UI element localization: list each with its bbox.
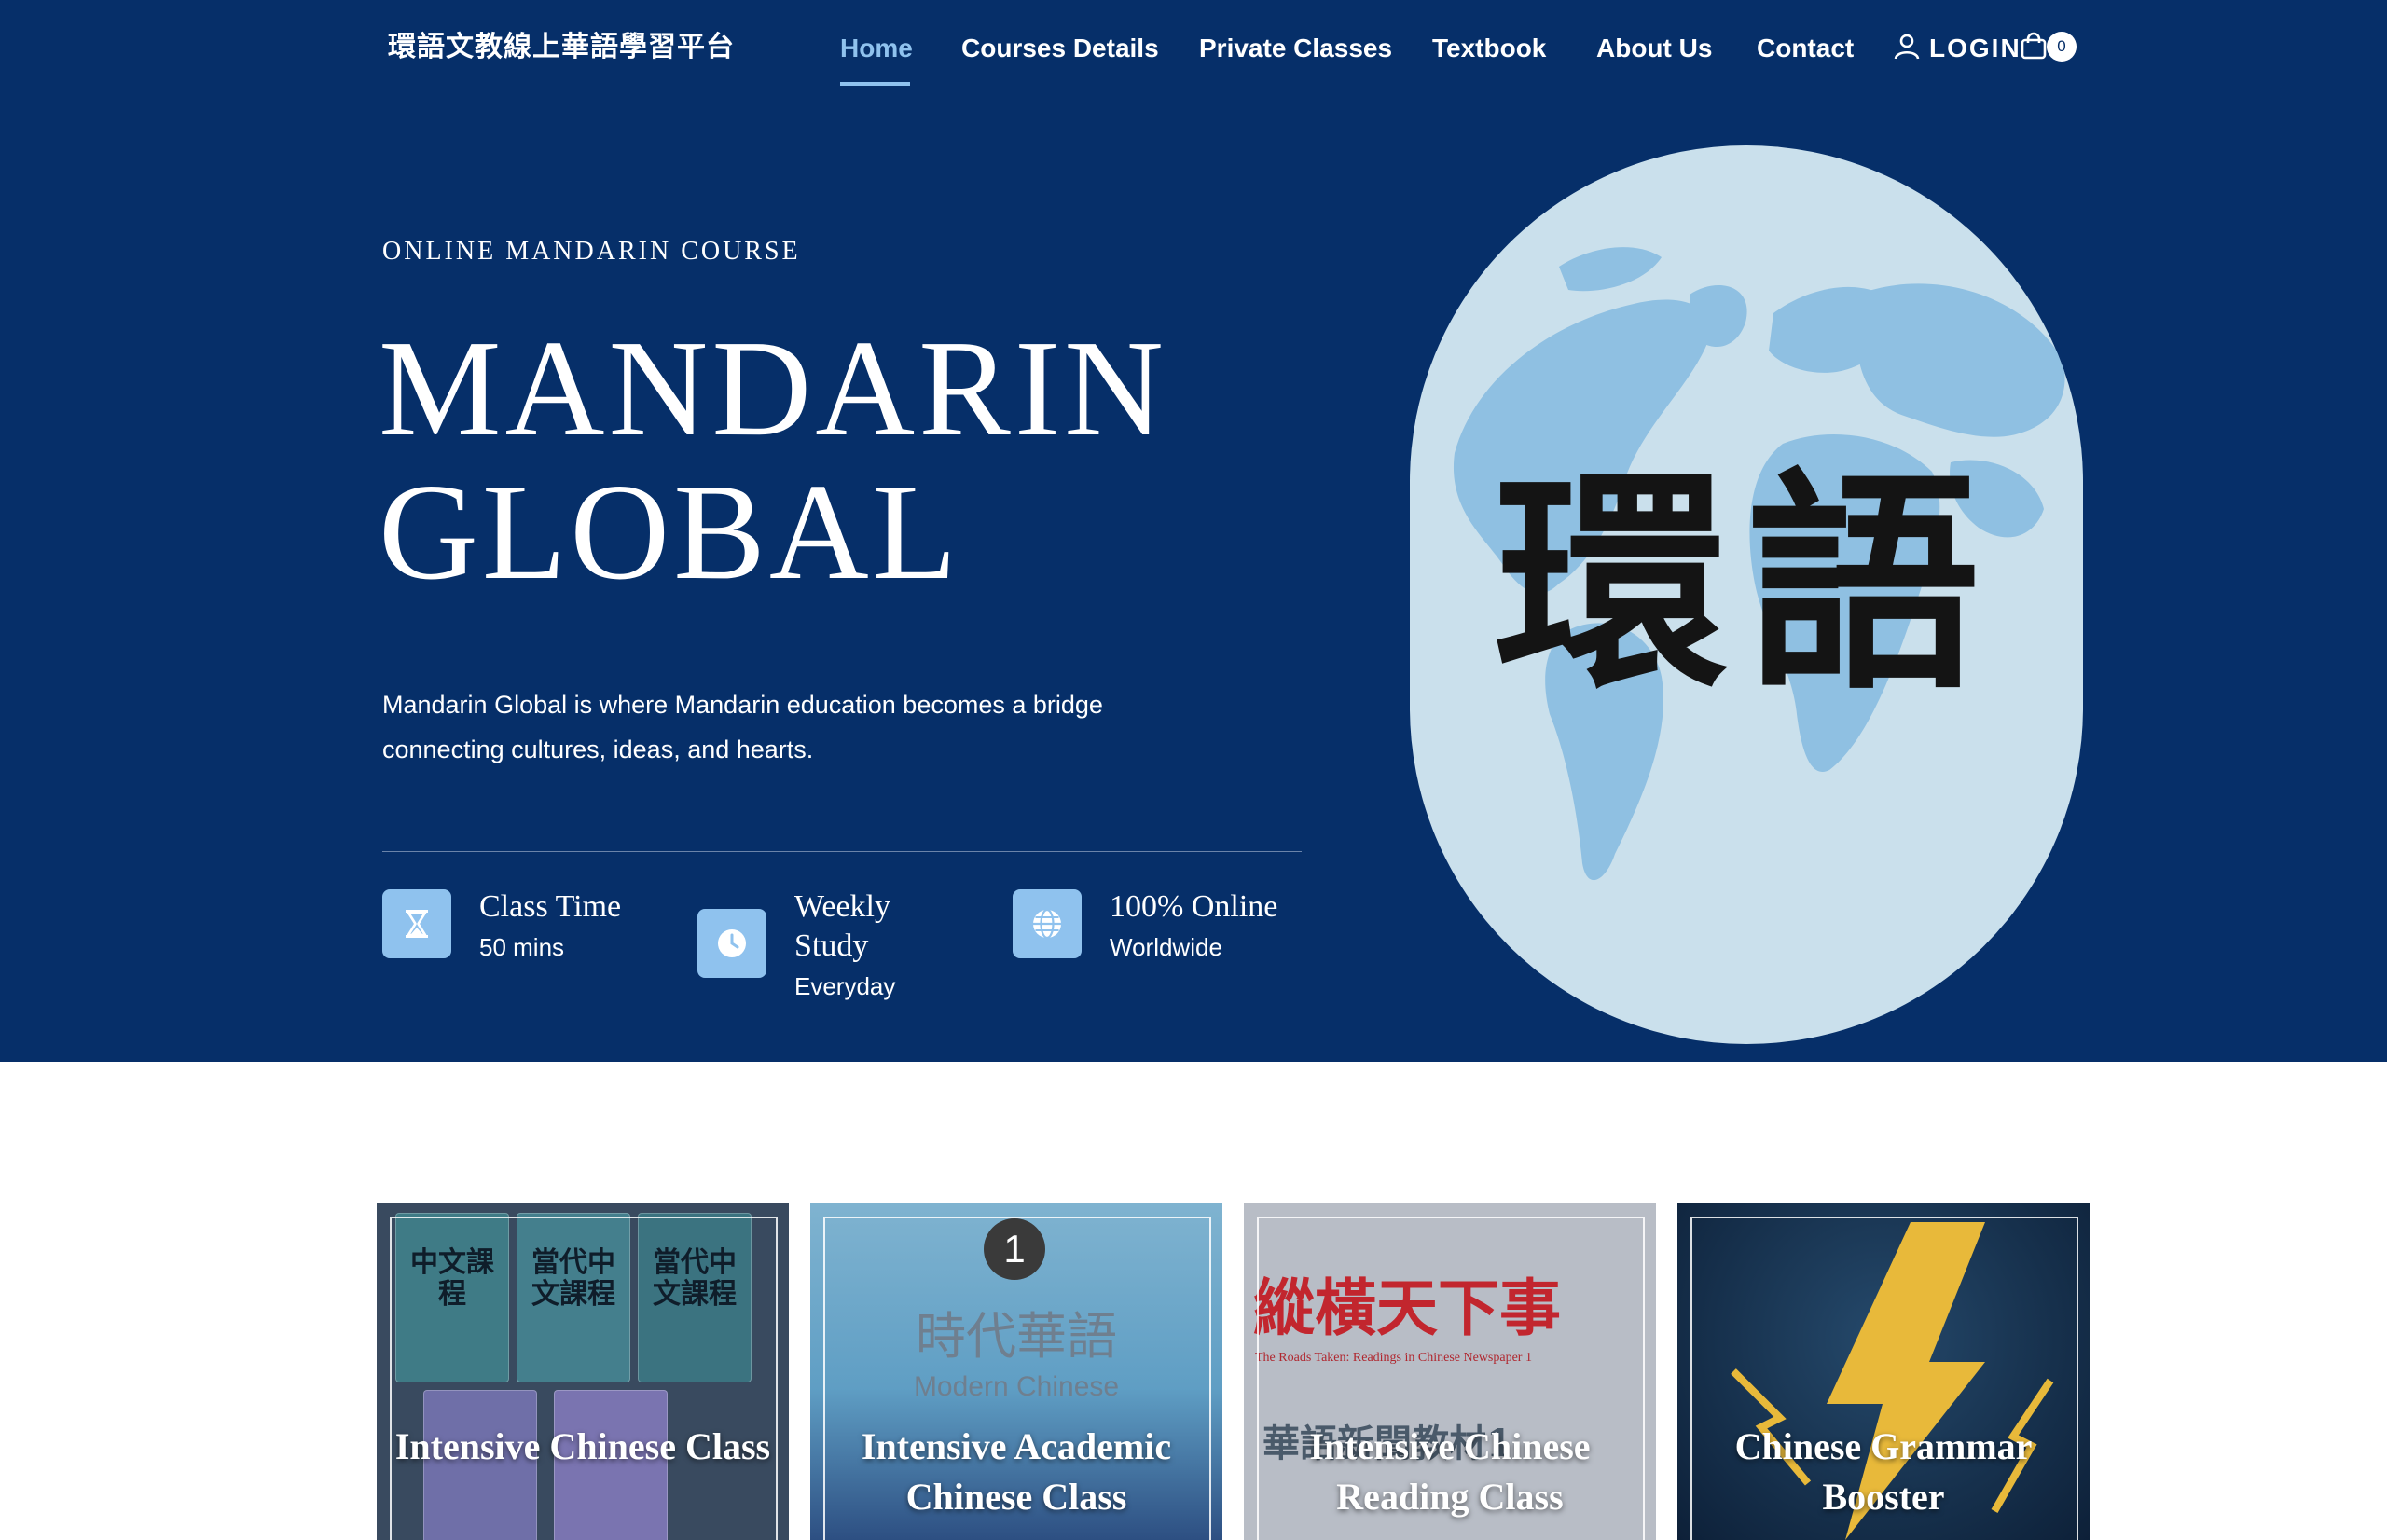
nav-textbook[interactable]: Textbook bbox=[1432, 28, 1546, 69]
hero-divider bbox=[382, 851, 1302, 852]
course-card-title[interactable]: Chinese Grammar Booster bbox=[1677, 1422, 2090, 1522]
brand-logo-calligraphy: 環語 bbox=[1495, 447, 1998, 721]
login-link[interactable]: LOGIN bbox=[1929, 28, 2021, 69]
hero-description: Mandarin Global is where Mandarin educat… bbox=[382, 691, 1103, 763]
site-brand[interactable]: 環語文教線上華語學習平台 bbox=[388, 26, 742, 69]
feature-online-subtitle: Worldwide bbox=[1110, 933, 1222, 961]
cart-count-badge: 0 bbox=[2047, 32, 2077, 62]
course-card-reading-chinese[interactable]: 縱橫天下事 The Roads Taken: Readings in Chine… bbox=[1244, 1203, 1656, 1540]
globe-icon bbox=[1013, 889, 1082, 958]
nav-contact[interactable]: Contact bbox=[1757, 28, 1854, 69]
nav-about-us[interactable]: About Us bbox=[1596, 28, 1712, 69]
clock-icon bbox=[697, 909, 766, 978]
user-icon[interactable] bbox=[1893, 33, 1921, 61]
feature-online-title: 100% Online bbox=[1110, 889, 1278, 924]
feature-weekly-study-subtitle: Everyday bbox=[794, 972, 896, 1000]
course-card-title[interactable]: Intensive Chinese Reading Class bbox=[1244, 1422, 1656, 1522]
feature-class-time-subtitle: 50 mins bbox=[479, 933, 565, 961]
feature-class-time-title: Class Time bbox=[479, 889, 622, 924]
shopping-bag-icon[interactable] bbox=[2020, 32, 2048, 60]
course-card-intensive-chinese[interactable]: 中文課程 當代中文課程 當代中文課程 Intensive Chinese Cla… bbox=[377, 1203, 789, 1540]
nav-private-classes[interactable]: Private Classes bbox=[1199, 28, 1392, 69]
hero-title-line-1: MANDARIN bbox=[379, 312, 1167, 465]
course-card-title[interactable]: Intensive Academic Chinese Class bbox=[810, 1422, 1222, 1522]
course-card-grammar-booster[interactable]: Chinese Grammar Booster bbox=[1677, 1203, 2090, 1540]
nav-home[interactable]: Home bbox=[840, 28, 913, 69]
hero-logo-artwork: 環語 bbox=[1410, 145, 2083, 1044]
hero-title-line-2: GLOBAL bbox=[379, 456, 961, 609]
nav-active-indicator bbox=[840, 82, 910, 86]
hero-title: MANDARIN GLOBAL bbox=[379, 317, 1311, 604]
course-card-title[interactable]: Intensive Chinese Class bbox=[377, 1422, 789, 1472]
hero-eyebrow: ONLINE MANDARIN COURSE bbox=[382, 237, 801, 266]
nav-courses-details[interactable]: Courses Details bbox=[961, 28, 1159, 69]
course-card-academic-chinese[interactable]: 1 時代華語 Modern Chinese Intensive Academic… bbox=[810, 1203, 1222, 1540]
feature-weekly-study-title: Weekly Study bbox=[794, 889, 890, 963]
card-frame bbox=[390, 1217, 778, 1540]
hourglass-icon bbox=[382, 889, 451, 958]
